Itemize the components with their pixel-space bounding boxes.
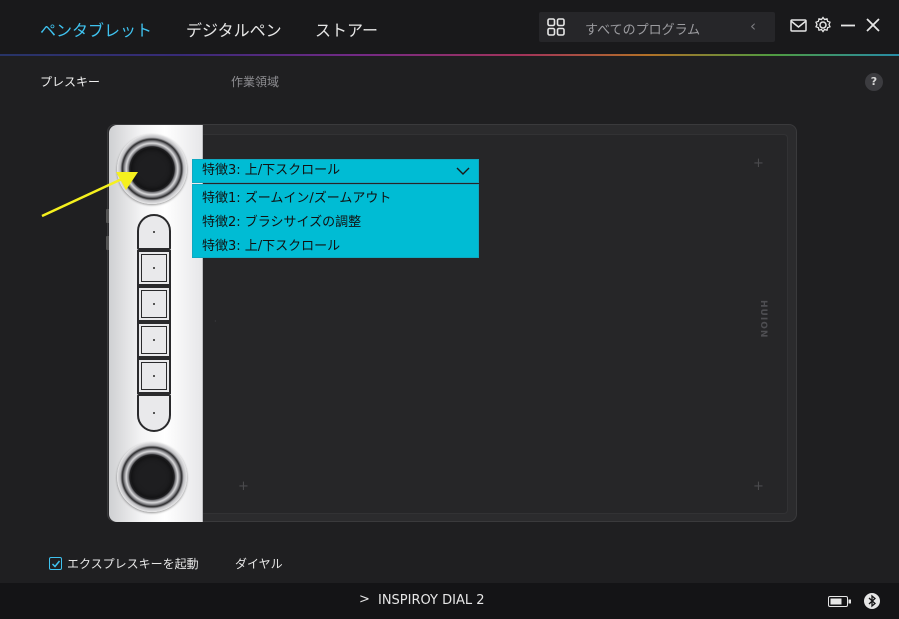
arrow-pointer-icon: [41, 172, 138, 218]
corner-marker-icon: +: [753, 156, 764, 171]
help-button[interactable]: ?: [865, 73, 883, 91]
program-selector[interactable]: すべてのプログラム ‹: [539, 12, 775, 42]
close-icon[interactable]: [862, 14, 884, 36]
mail-icon[interactable]: [788, 14, 810, 36]
tab-press-keys[interactable]: プレスキー: [40, 73, 100, 90]
dial-function-option[interactable]: 特徴2: ブラシサイズの調整: [202, 211, 361, 230]
tab-store[interactable]: ストアー: [315, 17, 378, 41]
device-name[interactable]: INSPIROY DIAL 2: [378, 593, 485, 608]
corner-marker-icon: +: [238, 479, 249, 494]
tablet-brand-logo: HUION: [758, 300, 768, 339]
bluetooth-icon: [864, 593, 880, 609]
top-bar: ペンタブレット デジタルペン ストアー すべてのプログラム ‹: [0, 0, 899, 56]
dial-function-option[interactable]: 特徴3: 上/下スクロール: [202, 235, 340, 254]
dial-function-select[interactable]: 特徴3: 上/下スクロール: [192, 159, 479, 183]
status-bar: > INSPIROY DIAL 2: [0, 583, 899, 619]
tab-digital-pen[interactable]: デジタルペン: [186, 17, 282, 41]
express-keys-checkbox[interactable]: [49, 557, 62, 570]
indicator-dot-icon: ·: [214, 317, 217, 326]
header-divider: [0, 54, 899, 56]
express-key-6[interactable]: [137, 394, 171, 432]
bottom-dial[interactable]: [117, 442, 187, 512]
express-key-4[interactable]: [137, 322, 171, 358]
dial-function-option[interactable]: 特徴1: ズームイン/ズームアウト: [202, 187, 391, 206]
grid-icon: [547, 18, 565, 36]
gear-icon[interactable]: [812, 14, 834, 36]
corner-marker-icon: +: [753, 479, 764, 494]
express-key-2[interactable]: [137, 250, 171, 286]
dial-function-options: 特徴1: ズームイン/ズームアウト 特徴2: ブラシサイズの調整 特徴3: 上/…: [192, 184, 479, 258]
express-key-5[interactable]: [137, 358, 171, 394]
tab-pen-tablet[interactable]: ペンタブレット: [40, 17, 152, 41]
dial-function-selected: 特徴3: 上/下スクロール: [202, 163, 341, 178]
dial-settings-link[interactable]: ダイヤル: [235, 555, 283, 572]
battery-icon: [828, 596, 851, 607]
tab-work-area[interactable]: 作業領域: [231, 73, 279, 90]
checkmark-icon: [51, 560, 61, 568]
minimize-icon[interactable]: [837, 14, 859, 36]
chevron-right-icon[interactable]: >: [359, 592, 370, 607]
chevron-down-icon: [456, 167, 470, 175]
express-key-3[interactable]: [137, 286, 171, 322]
express-keys-label[interactable]: エクスプレスキーを起動: [67, 555, 199, 572]
program-selector-label: すべてのプログラム: [585, 23, 701, 38]
chevron-left-icon[interactable]: ‹: [750, 17, 756, 35]
